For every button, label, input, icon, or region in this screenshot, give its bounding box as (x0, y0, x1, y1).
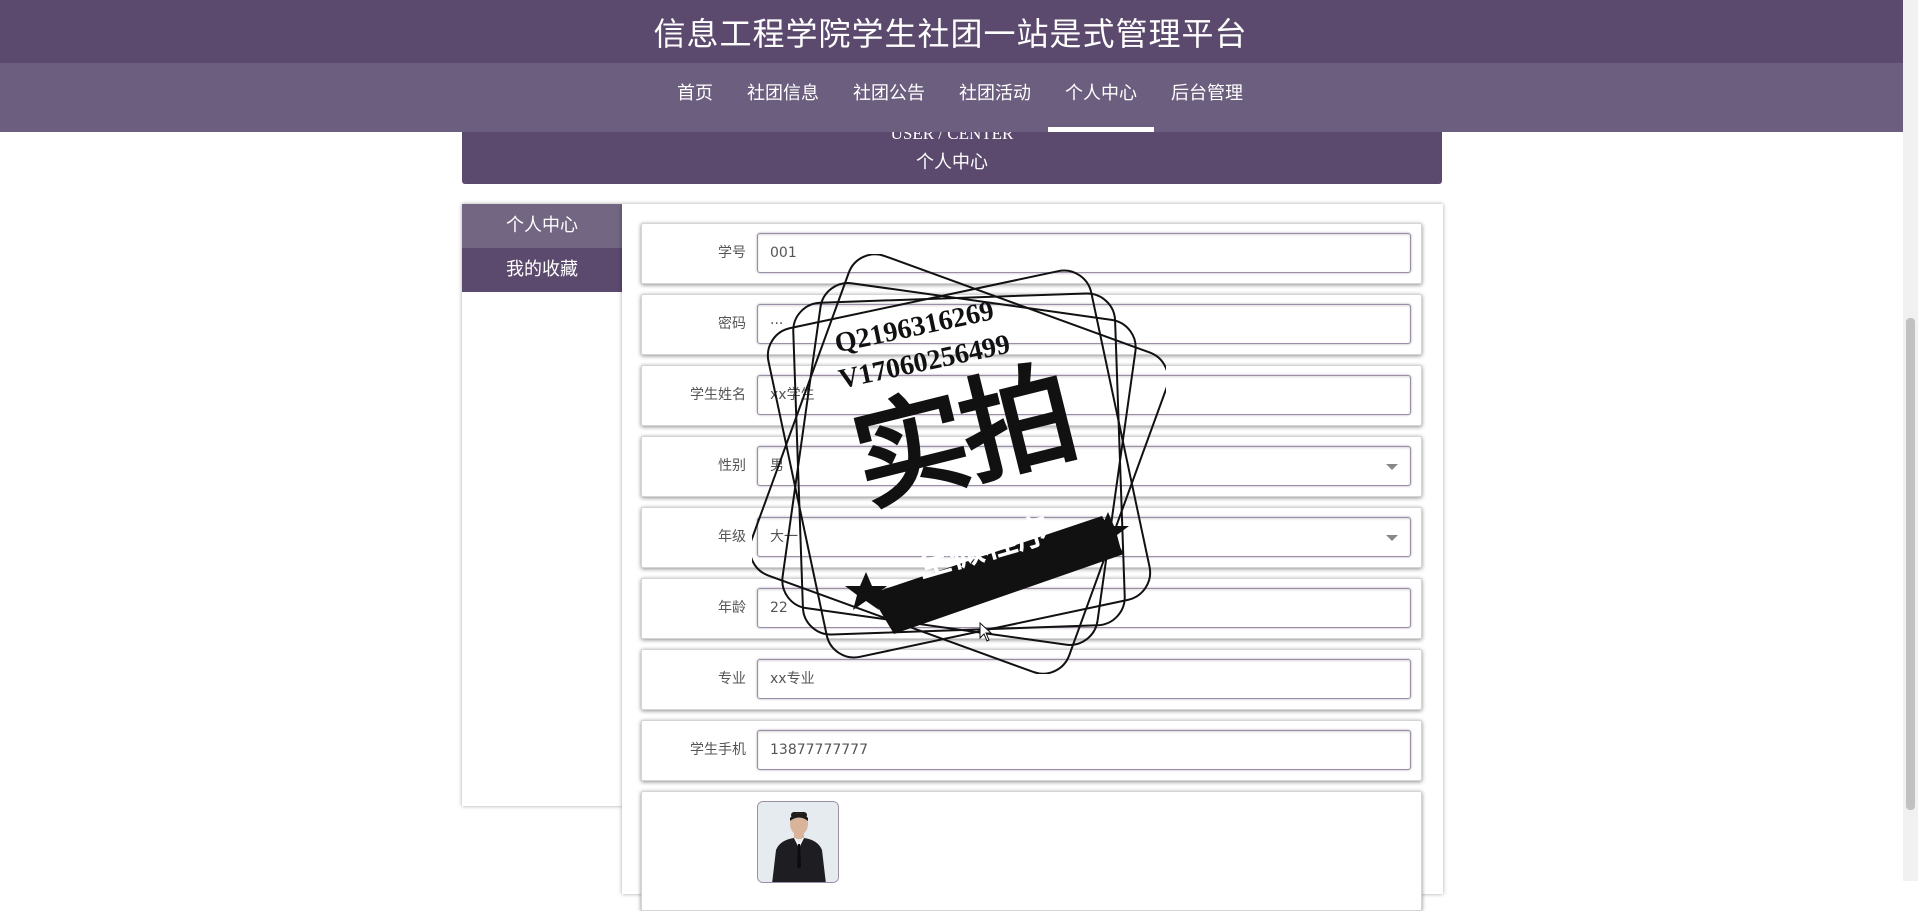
form-row-photo (641, 791, 1422, 911)
page-scrollbar[interactable] (1903, 0, 1918, 881)
chevron-down-icon (1386, 535, 1398, 541)
major-input[interactable]: xx专业 (757, 659, 1411, 699)
nav-item-user-center[interactable]: 个人中心 (1048, 63, 1154, 132)
page-banner: USER / CENTER 个人中心 (462, 132, 1442, 184)
nav-list: 首页 社团信息 社团公告 社团活动 个人中心 后台管理 (660, 63, 1260, 132)
form-row-student-id: 学号 001 (641, 223, 1422, 284)
gender-select[interactable]: 男 (757, 446, 1411, 486)
age-input[interactable]: 22 (757, 588, 1411, 628)
password-input[interactable]: ··· (757, 304, 1411, 344)
age-label: 年龄 (718, 600, 746, 616)
chevron-down-icon (1386, 464, 1398, 470)
form-row-grade: 年级 大一 (641, 507, 1422, 568)
profile-form: 学号 001 密码 ··· 学生姓名 xx学生 性别 男 年级 大一 年龄 22… (622, 204, 1443, 911)
gender-label: 性别 (718, 458, 746, 474)
top-header: 信息工程学院学生社团一站是式管理平台 (0, 0, 1903, 63)
grade-select[interactable]: 大一 (757, 517, 1411, 557)
nav-item-club-activity[interactable]: 社团活动 (942, 63, 1048, 132)
form-row-gender: 性别 男 (641, 436, 1422, 497)
sidebar-item-favorites[interactable]: 我的收藏 (462, 248, 622, 292)
student-id-input[interactable]: 001 (757, 233, 1411, 273)
student-name-input[interactable]: xx学生 (757, 375, 1411, 415)
banner-title-en: USER / CENTER (890, 132, 1014, 143)
user-sidebar: 个人中心 我的收藏 (462, 204, 622, 806)
user-photo[interactable] (757, 801, 839, 883)
form-row-major: 专业 xx专业 (641, 649, 1422, 710)
main-nav: 首页 社团信息 社团公告 社团活动 个人中心 后台管理 (0, 63, 1903, 132)
form-row-phone: 学生手机 13877777777 (641, 720, 1422, 781)
major-label: 专业 (718, 671, 746, 687)
nav-item-club-notice[interactable]: 社团公告 (836, 63, 942, 132)
mouse-pointer-icon (979, 622, 993, 642)
form-row-student-name: 学生姓名 xx学生 (641, 365, 1422, 426)
grade-value: 大一 (770, 529, 798, 545)
phone-input[interactable]: 13877777777 (757, 730, 1411, 770)
password-label: 密码 (718, 316, 746, 332)
sidebar-item-user-center[interactable]: 个人中心 (462, 204, 622, 248)
nav-item-home[interactable]: 首页 (660, 63, 730, 132)
user-photo-icon (758, 802, 838, 882)
gender-value: 男 (770, 458, 784, 474)
form-row-age: 年龄 22 (641, 578, 1422, 639)
student-id-label: 学号 (718, 245, 746, 261)
phone-label: 学生手机 (690, 742, 746, 758)
photo-label (642, 792, 746, 851)
nav-item-club-info[interactable]: 社团信息 (730, 63, 836, 132)
form-row-password: 密码 ··· (641, 294, 1422, 355)
student-name-label: 学生姓名 (690, 387, 746, 403)
scrollbar-thumb[interactable] (1906, 318, 1915, 810)
grade-label: 年级 (718, 529, 746, 545)
site-title: 信息工程学院学生社团一站是式管理平台 (653, 14, 1248, 53)
nav-item-admin[interactable]: 后台管理 (1154, 63, 1260, 132)
banner-title-cn: 个人中心 (916, 152, 988, 173)
